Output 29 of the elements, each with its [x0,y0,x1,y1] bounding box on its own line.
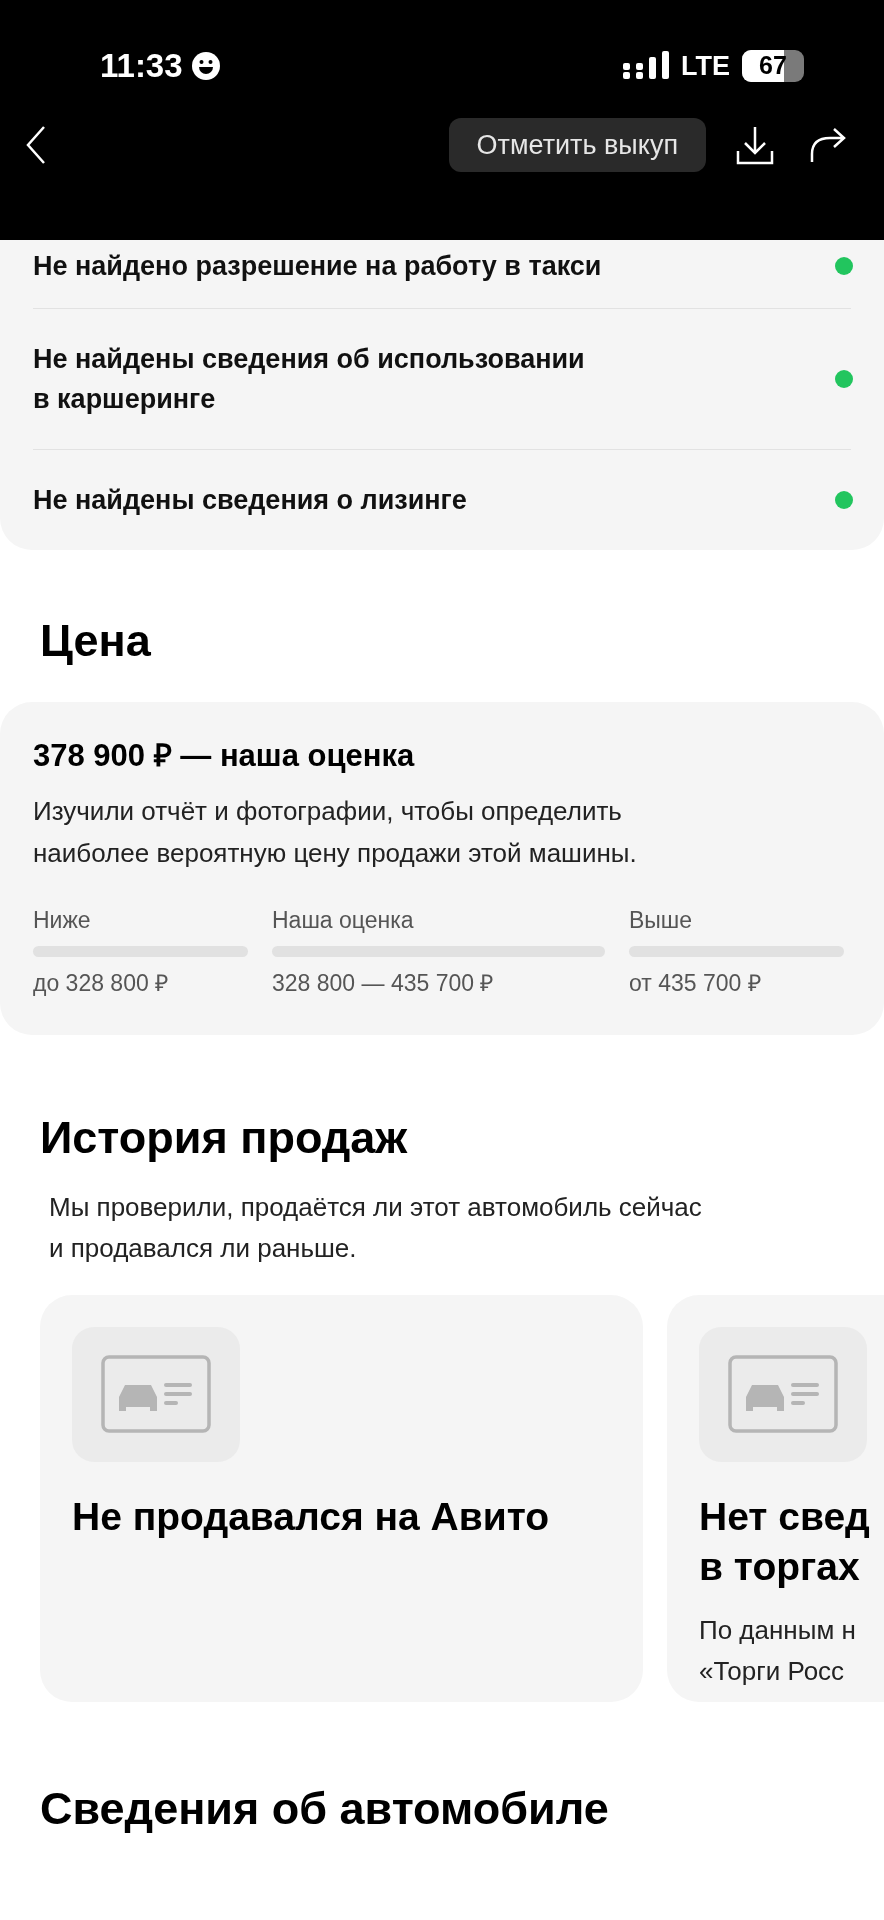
card-title: Нет свед в торгах [699,1494,871,1590]
range-label: Ниже [33,906,92,935]
download-icon[interactable] [736,125,774,165]
section-heading: Сведения об автомобиле [39,1782,610,1834]
price-description: Изучили отчёт и фотографии, чтобы определить наиболее вероятную цену продажи этой машины. [33,795,638,870]
check-text: Не найдены сведения о лизинге [33,484,467,517]
check-text: Не найдены сведения об использовании в каршеринге [33,343,585,416]
signal-icon [623,51,669,81]
range-value: 328 800 — 435 700 ₽ [272,969,495,998]
range-value: от 435 700 ₽ [629,969,762,998]
status-time: 11:33 [100,46,183,87]
section-description: Мы проверили, продаётся ли этот автомобиль сейчас и продавался ли раньше. [48,1191,703,1265]
range-label: Наша оценка [272,906,415,935]
card-title: Не продавался на Авито [72,1494,551,1540]
battery-indicator: 67 [742,50,804,82]
mark-purchase-button[interactable]: Отметить выкуп [448,118,706,172]
network-label: LTE [681,49,730,83]
card-description: По данным н «Торги Росс [699,1614,857,1688]
smiley-icon [190,51,221,81]
share-icon[interactable] [810,128,846,162]
car-document-icon [699,1327,867,1462]
range-value: до 328 800 ₽ [33,969,170,998]
back-icon[interactable] [24,125,48,165]
check-text: Не найдено разрешение на работу в такси [33,250,602,283]
range-label: Выше [629,906,694,935]
section-heading: Цена [39,614,152,668]
section-heading: История продаж [39,1111,409,1163]
car-document-icon [72,1327,240,1462]
price-title: 378 900 ₽ — наша оценка [33,737,416,775]
